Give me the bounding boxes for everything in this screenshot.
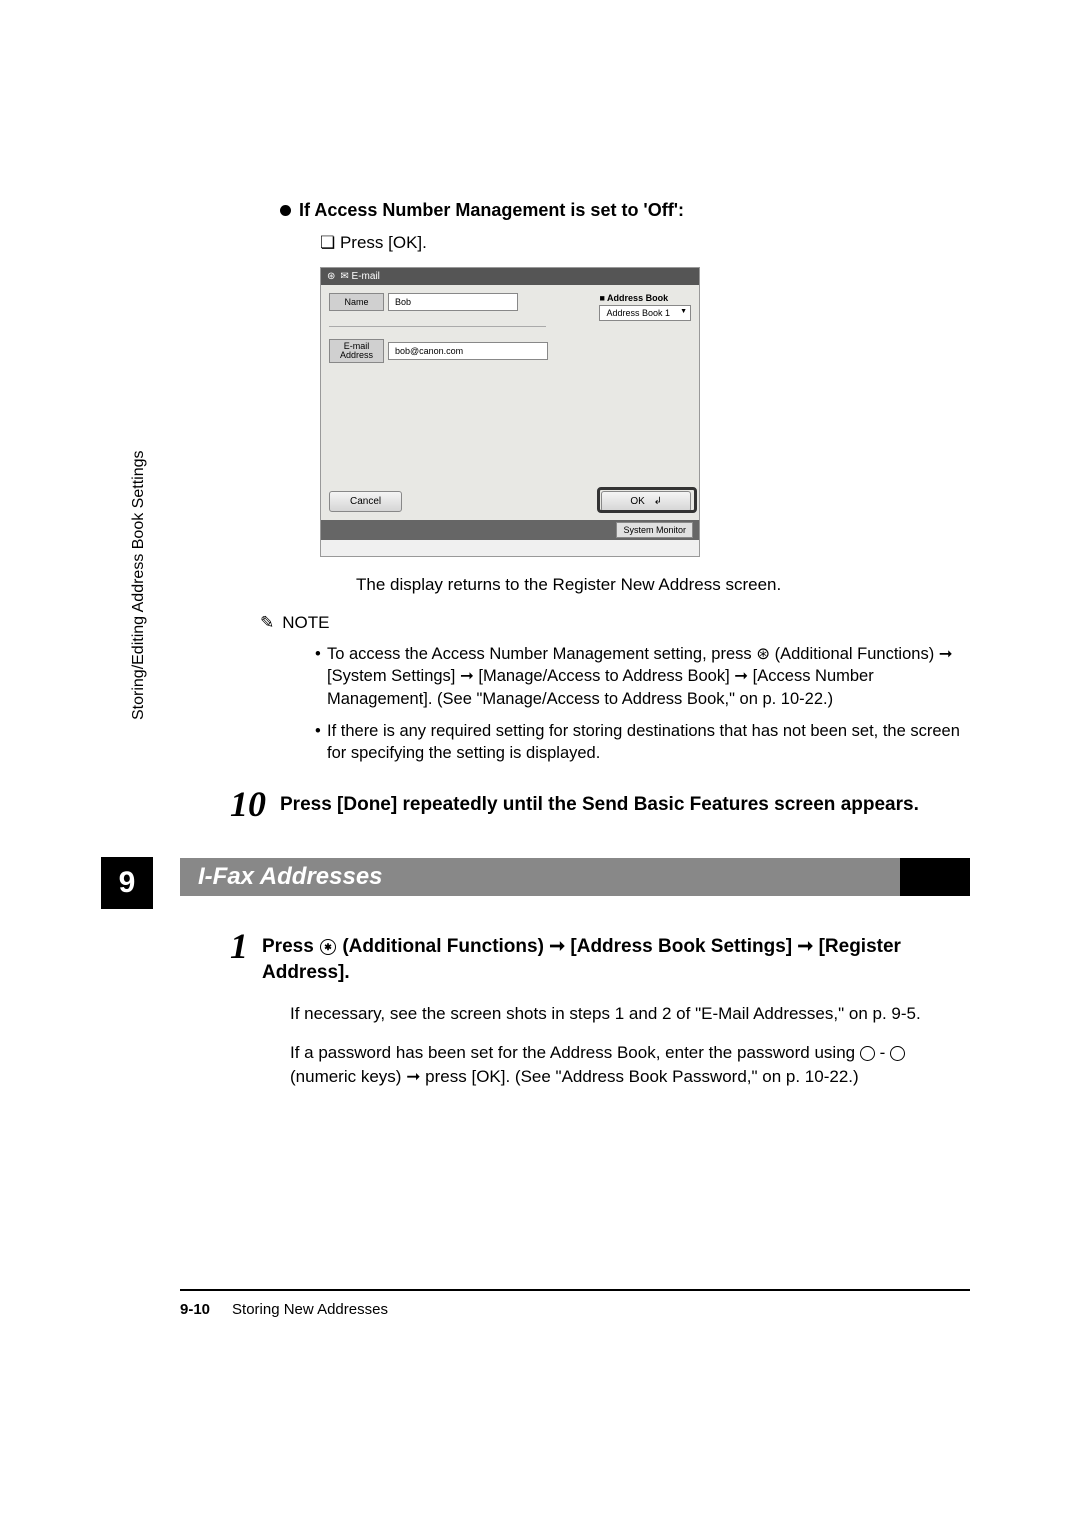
titlebar-text: ✉ E-mail bbox=[340, 271, 380, 282]
cancel-button[interactable]: Cancel bbox=[329, 491, 402, 512]
name-field-label[interactable]: Name bbox=[329, 293, 384, 311]
footer-page-number: 9-10 bbox=[180, 1301, 210, 1318]
numeric-key-icon bbox=[860, 1046, 875, 1061]
screenshot-body: ■ Address Book Address Book 1 Name Bob E… bbox=[321, 285, 699, 520]
system-monitor-button[interactable]: System Monitor bbox=[616, 522, 693, 538]
press-ok-item: Press [OK]. bbox=[320, 233, 970, 253]
footer-row: 9-10 Storing New Addresses bbox=[180, 1301, 970, 1318]
enter-icon: ↲ bbox=[654, 496, 662, 507]
arrow-icon: ➞ bbox=[549, 936, 565, 957]
numeric-key-icon bbox=[890, 1046, 905, 1061]
body-para-1: If necessary, see the screen shots in st… bbox=[290, 1002, 970, 1026]
footer-rule bbox=[180, 1289, 970, 1291]
body2-between: - bbox=[880, 1043, 890, 1062]
ok-button[interactable]: OK ↲ bbox=[601, 491, 691, 512]
footer-title: Storing New Addresses bbox=[232, 1301, 388, 1318]
step1-after-icon: (Additional Functions) bbox=[342, 936, 549, 957]
screenshot-titlebar: ⊛ ✉ E-mail bbox=[321, 268, 699, 285]
email-field-value: bob@canon.com bbox=[388, 342, 548, 360]
titlebar-icon: ⊛ bbox=[327, 271, 335, 282]
heading-off-text: If Access Number Management is set to 'O… bbox=[299, 200, 684, 221]
step-1-text: Press (Additional Functions) ➞ [Address … bbox=[262, 928, 970, 985]
caption-return: The display returns to the Register New … bbox=[356, 575, 970, 595]
section-bar: I-Fax Addresses bbox=[180, 858, 970, 896]
step1-part2: [Address Book Settings] bbox=[570, 936, 797, 957]
arrow-icon: ➞ bbox=[797, 936, 813, 957]
body2-end: press [OK]. (See "Address Book Password,… bbox=[425, 1067, 859, 1086]
addressbook-heading: ■ Address Book bbox=[599, 293, 691, 303]
step-1-number: 1 bbox=[230, 928, 248, 964]
note-list: To access the Access Number Management s… bbox=[315, 643, 970, 764]
screenshot-button-row: Cancel OK ↲ bbox=[329, 491, 691, 512]
heading-off: If Access Number Management is set to 'O… bbox=[280, 200, 970, 221]
body-para-2: If a password has been set for the Addre… bbox=[290, 1041, 970, 1089]
email-row: E-mail Address bob@canon.com bbox=[329, 339, 691, 363]
device-screenshot: ⊛ ✉ E-mail ■ Address Book Address Book 1… bbox=[320, 267, 700, 557]
note-label: NOTE bbox=[282, 613, 329, 633]
body2-prefix: If a password has been set for the Addre… bbox=[290, 1043, 860, 1062]
body2-after: (numeric keys) bbox=[290, 1067, 406, 1086]
section-bar-accent bbox=[900, 858, 970, 896]
step-10-number: 10 bbox=[230, 786, 266, 822]
additional-functions-icon bbox=[320, 939, 336, 955]
screenshot-footer: System Monitor bbox=[321, 520, 699, 540]
note-header: ✎ NOTE bbox=[260, 613, 970, 633]
section-title: I-Fax Addresses bbox=[180, 858, 900, 896]
name-field-value: Bob bbox=[388, 293, 518, 311]
note-icon: ✎ bbox=[260, 613, 274, 633]
step-10: 10 Press [Done] repeatedly until the Sen… bbox=[230, 786, 970, 822]
step-10-text: Press [Done] repeatedly until the Send B… bbox=[280, 786, 919, 818]
ok-button-label: OK bbox=[630, 496, 644, 507]
step-1: 1 Press (Additional Functions) ➞ [Addres… bbox=[230, 928, 970, 985]
page-content: If Access Number Management is set to 'O… bbox=[0, 0, 1080, 1318]
email-field-label[interactable]: E-mail Address bbox=[329, 339, 384, 363]
note-item-1: To access the Access Number Management s… bbox=[315, 643, 970, 710]
addressbook-dropdown[interactable]: Address Book 1 bbox=[599, 305, 691, 321]
note-item-2: If there is any required setting for sto… bbox=[315, 720, 970, 765]
arrow-icon: ➞ bbox=[406, 1067, 420, 1086]
bullet-icon bbox=[280, 205, 291, 216]
addressbook-section: ■ Address Book Address Book 1 bbox=[599, 293, 691, 321]
step1-prefix: Press bbox=[262, 936, 319, 957]
